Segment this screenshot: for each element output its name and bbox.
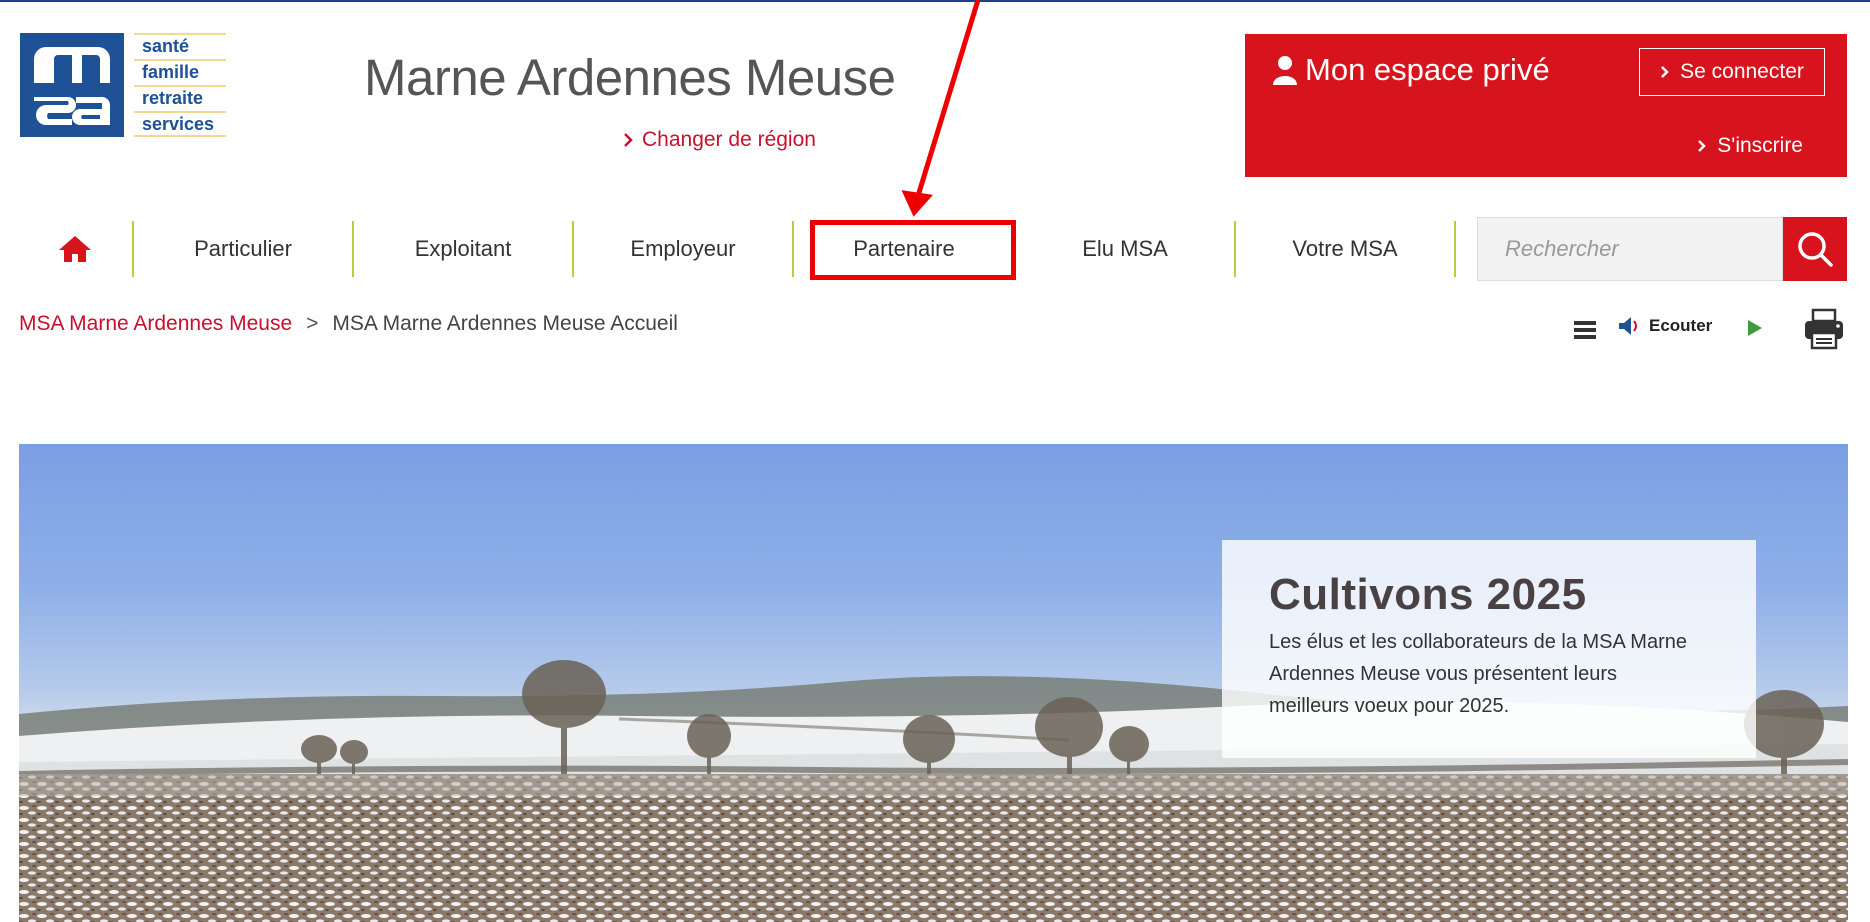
page-tools: Ecouter (1574, 305, 1846, 350)
breadcrumb: MSA Marne Ardennes Meuse > MSA Marne Ard… (19, 312, 678, 336)
search-icon (1798, 232, 1833, 267)
top-border (0, 0, 1870, 2)
change-region-link[interactable]: Changer de région (622, 128, 816, 152)
hero-banner: Cultivons 2025 Les élus et les collabora… (19, 444, 1848, 922)
home-icon (59, 236, 91, 262)
change-region-label: Changer de région (642, 128, 816, 151)
breadcrumb-current: MSA Marne Ardennes Meuse Accueil (332, 312, 678, 335)
print-button[interactable] (1802, 307, 1846, 356)
msa-logo-mark (20, 33, 124, 137)
speaker-icon (1619, 317, 1637, 335)
nav-elu-msa[interactable]: Elu MSA (1016, 218, 1234, 280)
chevron-right-icon (1661, 66, 1669, 78)
play-icon (1748, 320, 1762, 336)
listen-button[interactable]: Ecouter (1617, 315, 1712, 337)
annotation-highlight-box (810, 220, 1016, 280)
user-icon (1273, 56, 1297, 85)
private-space-label: Mon espace privé (1305, 52, 1550, 87)
play-button[interactable] (1746, 318, 1764, 343)
msa-logo[interactable]: santé famille retraite services (20, 33, 248, 143)
logo-word: retraite (134, 85, 226, 109)
menu-icon[interactable] (1574, 321, 1596, 339)
nav-home[interactable] (20, 218, 130, 280)
chevron-right-icon (624, 133, 633, 147)
logo-words: santé famille retraite services (134, 33, 226, 137)
chevron-right-icon (1698, 140, 1707, 152)
hero-card[interactable]: Cultivons 2025 Les élus et les collabora… (1222, 540, 1756, 758)
logo-word: services (134, 111, 226, 137)
nav-votre-msa[interactable]: Votre MSA (1236, 218, 1454, 280)
logo-word: santé (134, 33, 226, 57)
hero-title: Cultivons 2025 (1269, 570, 1587, 619)
private-space-panel: Mon espace privé Se connecter S'inscrire (1245, 34, 1847, 177)
nav-exploitant[interactable]: Exploitant (354, 218, 572, 280)
login-button[interactable]: Se connecter (1639, 48, 1825, 96)
logo-word: famille (134, 59, 226, 83)
print-icon (1805, 308, 1843, 350)
private-space-title: Mon espace privé (1271, 52, 1550, 88)
site-title: Marne Ardennes Meuse (364, 49, 896, 106)
nav-particulier[interactable]: Particulier (134, 218, 352, 280)
nav-separator (1454, 221, 1456, 277)
breadcrumb-separator: > (306, 312, 319, 335)
breadcrumb-link[interactable]: MSA Marne Ardennes Meuse (19, 312, 292, 336)
register-link[interactable]: S'inscrire (1697, 134, 1803, 158)
nav-employeur[interactable]: Employeur (574, 218, 792, 280)
main-navigation: Particulier Exploitant Employeur Partena… (20, 218, 1460, 280)
search-button[interactable] (1783, 217, 1847, 281)
listen-label: Ecouter (1649, 316, 1713, 335)
hero-text: Les élus et les collaborateurs de la MSA… (1269, 631, 1687, 717)
search-input[interactable]: Rechercher (1477, 217, 1783, 281)
login-label: Se connecter (1680, 60, 1804, 83)
register-label: S'inscrire (1717, 134, 1803, 157)
